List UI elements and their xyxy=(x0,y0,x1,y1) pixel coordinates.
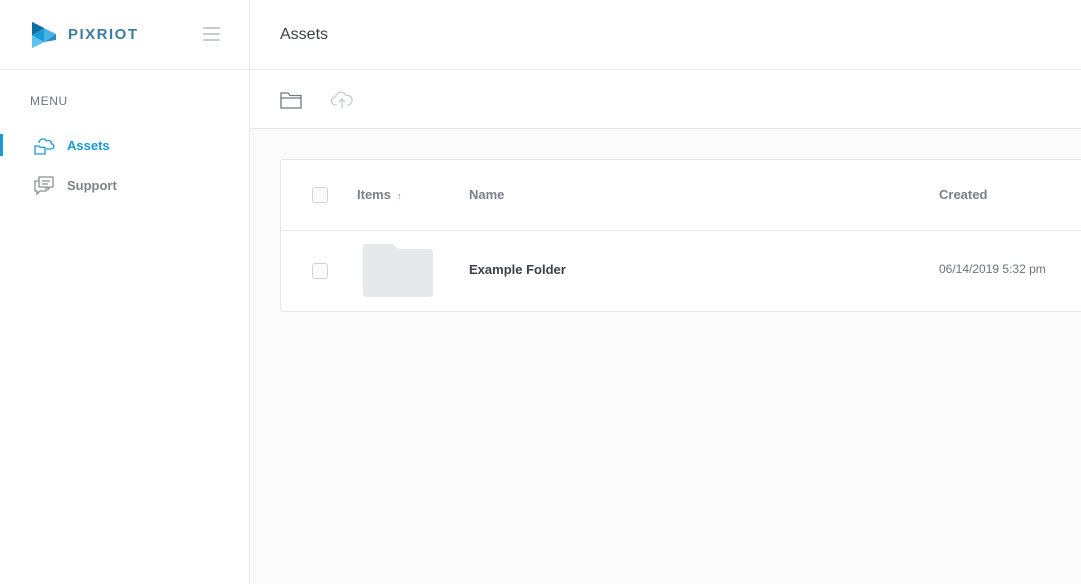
row-created-date: 06/14/2019 5:32 pm xyxy=(939,262,1046,276)
main-content: Assets Items ↑ Name Created Example Fold… xyxy=(250,0,1081,584)
app-window: PIXRIOT MENU Assets Support Assets Items… xyxy=(0,0,1081,584)
hamburger-line-icon xyxy=(203,39,220,41)
table-header: Items ↑ Name Created xyxy=(281,160,1081,231)
toolbar xyxy=(250,70,1081,129)
cloud-folder-icon xyxy=(34,138,55,155)
brand-name: PIXRIOT xyxy=(68,26,139,43)
brand-header: PIXRIOT xyxy=(0,0,249,70)
sidebar-item-label: Support xyxy=(67,177,117,193)
table-row[interactable]: Example Folder 06/14/2019 5:32 pm xyxy=(281,231,1081,312)
new-folder-button[interactable] xyxy=(279,89,303,111)
row-checkbox[interactable] xyxy=(312,263,328,279)
sort-ascending-icon: ↑ xyxy=(396,191,402,201)
upload-button[interactable] xyxy=(330,89,354,111)
chat-bubbles-icon xyxy=(34,176,54,196)
hamburger-line-icon xyxy=(203,27,220,29)
page-title: Assets xyxy=(280,25,329,43)
column-header-created: Created xyxy=(939,187,988,202)
column-header-name: Name xyxy=(469,187,505,202)
active-indicator xyxy=(0,134,3,156)
sidebar-item-label: Assets xyxy=(67,137,110,153)
sidebar-item-assets[interactable]: Assets xyxy=(0,130,249,160)
hamburger-line-icon xyxy=(203,33,220,35)
menu-section-label: MENU xyxy=(30,94,68,108)
pixriot-logo-icon xyxy=(32,21,56,48)
page-header: Assets xyxy=(250,0,1081,70)
column-header-label: Items xyxy=(357,187,391,202)
menu-toggle-button[interactable] xyxy=(203,27,220,41)
sidebar: PIXRIOT MENU Assets Support xyxy=(0,0,250,584)
sidebar-item-support[interactable]: Support xyxy=(0,170,249,200)
assets-table: Items ↑ Name Created Example Folder 06/14… xyxy=(280,159,1081,312)
select-all-checkbox[interactable] xyxy=(312,187,328,203)
folder-thumbnail-icon xyxy=(363,244,433,297)
row-name: Example Folder xyxy=(469,262,566,277)
column-header-items[interactable]: Items ↑ xyxy=(357,187,401,202)
